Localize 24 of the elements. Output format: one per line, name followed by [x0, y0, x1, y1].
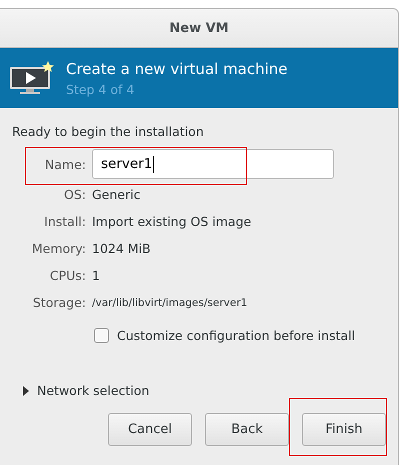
dialog-button[interactable]: Back	[205, 413, 289, 446]
dialog-button[interactable]: Finish	[302, 413, 386, 446]
step-indicator: Step 4 of 4	[66, 82, 136, 96]
field-value: Import existing OS image	[92, 214, 252, 229]
field-label: CPUs:	[48, 268, 86, 283]
banner-title: Create a new virtual machine	[66, 60, 288, 78]
checkbox-label[interactable]: Customize configuration before install	[117, 328, 356, 343]
field-value: /var/lib/libvirt/images/server1	[92, 296, 248, 308]
field-label: OS:	[63, 187, 86, 202]
checkbox[interactable]	[94, 328, 109, 343]
field-label: Memory:	[30, 241, 86, 256]
field-label: Storage:	[32, 295, 86, 310]
field-value: 1024 MiB	[92, 241, 152, 256]
window-title: New VM	[169, 20, 229, 36]
field-value: 1	[92, 268, 101, 283]
expander-right-icon[interactable]	[22, 386, 30, 396]
field-label: Name:	[44, 156, 86, 172]
field-value: Generic	[92, 187, 142, 202]
field-label: Install:	[43, 214, 86, 229]
expander-label[interactable]: Network selection	[37, 383, 150, 398]
dialog-button[interactable]: Cancel	[108, 413, 192, 446]
section-heading: Ready to begin the installation	[12, 124, 205, 139]
name-field[interactable]: server1	[92, 149, 334, 179]
monitor-play-icon	[8, 61, 54, 95]
